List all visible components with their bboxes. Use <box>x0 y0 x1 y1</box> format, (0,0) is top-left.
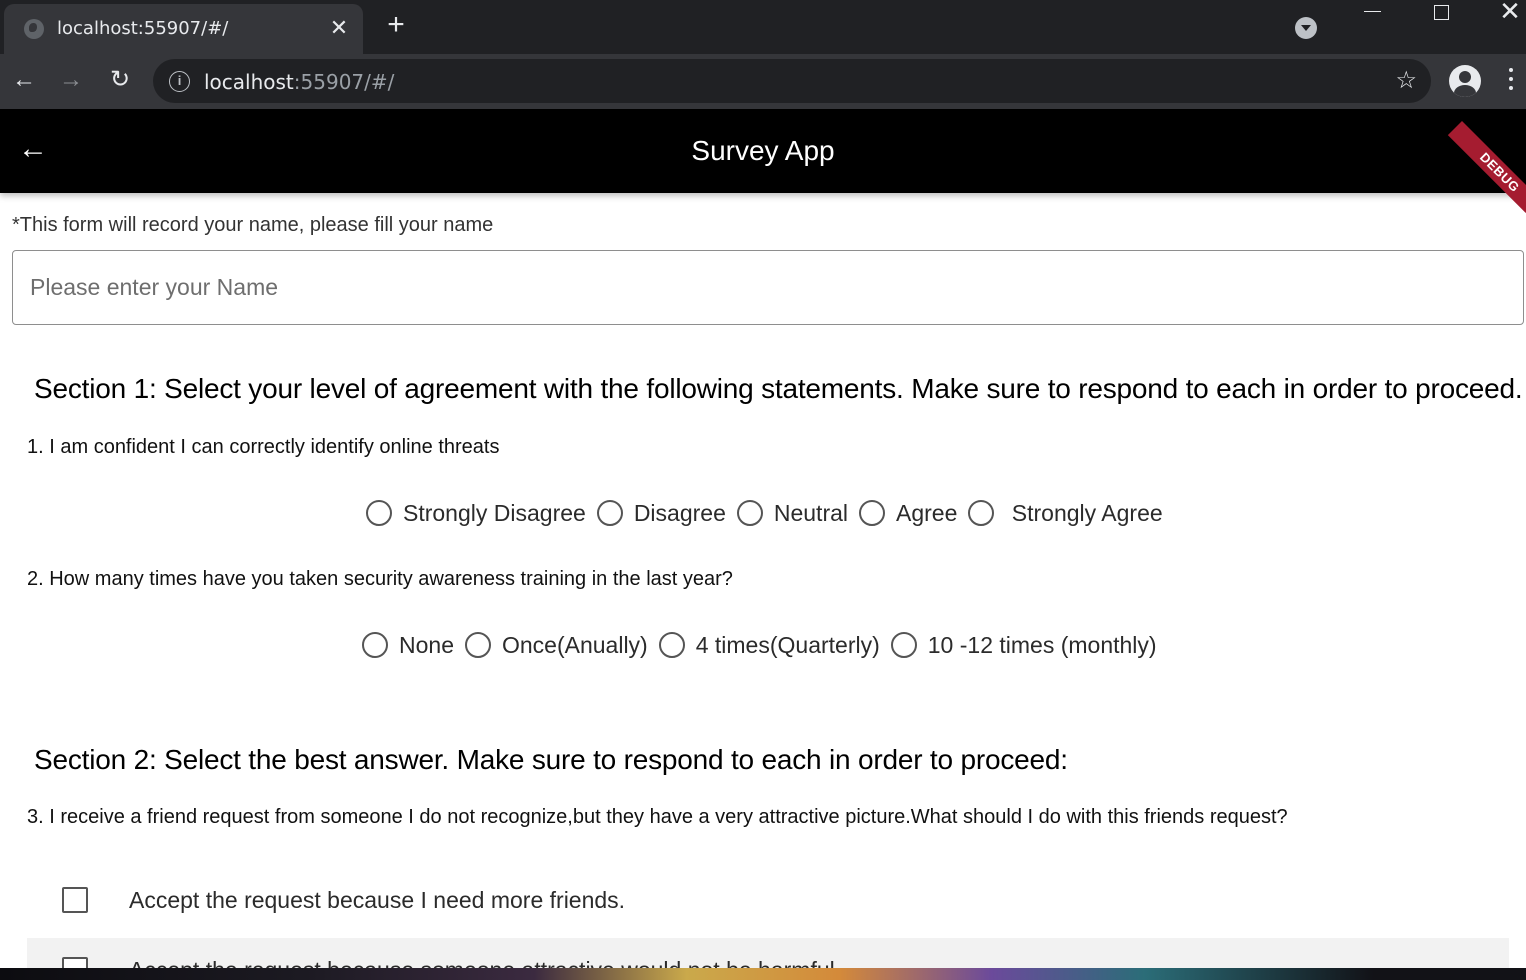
radio-neutral[interactable] <box>736 500 763 526</box>
app-bar: ← Survey App DEBUG <box>0 109 1526 213</box>
checkbox[interactable] <box>62 887 88 913</box>
option-label: Neutral <box>773 499 849 526</box>
browser-tab-strip: localhost:55907/#/ ✕ + ✕ <box>0 0 1526 54</box>
radio-none[interactable] <box>362 632 388 658</box>
reload-icon[interactable]: ↻ <box>104 64 136 96</box>
radio-monthly[interactable] <box>890 632 917 658</box>
question-1-text: 1. I am confident I can correctly identi… <box>27 436 500 458</box>
question-2-options: None Once(Anually) 4 times(Quarterly) 10… <box>12 627 1524 663</box>
section-1-title: Section 1: Select your level of agreemen… <box>34 373 1523 404</box>
option-label: 10 -12 times (monthly) <box>927 631 1157 658</box>
tab-search-icon[interactable] <box>1295 17 1317 39</box>
question-2-text: 2. How many times have you taken securit… <box>27 568 733 590</box>
page-title: Survey App <box>691 135 835 166</box>
name-input[interactable] <box>12 250 1524 325</box>
new-tab-icon[interactable]: + <box>383 10 409 40</box>
tab-title: localhost:55907/#/ <box>57 18 229 39</box>
radio-strongly-agree[interactable] <box>968 500 995 526</box>
option-label: Strongly Disagree <box>403 499 586 526</box>
window-maximize-icon[interactable] <box>1434 5 1449 20</box>
option-label: Strongly Agree <box>1005 499 1163 526</box>
radio-strongly-disagree[interactable] <box>366 500 392 526</box>
option-label: Agree <box>896 499 958 526</box>
url-text[interactable]: localhost:55907/#/ <box>204 70 394 94</box>
section-2-title: Section 2: Select the best answer. Make … <box>34 744 1068 775</box>
option-label: None <box>399 631 454 658</box>
option-label: Once(Anually) <box>501 631 648 658</box>
radio-quarterly[interactable] <box>658 632 685 658</box>
globe-icon <box>24 19 44 39</box>
option-label: Disagree <box>633 499 726 526</box>
question-3-text: 3. I receive a friend request from someo… <box>27 806 1288 828</box>
app-viewport: ← Survey App DEBUG *This form will recor… <box>0 109 1526 980</box>
radio-disagree[interactable] <box>596 500 623 526</box>
question-1-options: Strongly Disagree Disagree Neutral Agree… <box>12 495 1524 531</box>
profile-avatar-icon[interactable] <box>1449 65 1481 97</box>
bookmark-star-icon[interactable]: ☆ <box>1395 67 1417 95</box>
radio-agree[interactable] <box>859 500 886 526</box>
option-label: 4 times(Quarterly) <box>695 631 880 658</box>
back-arrow-icon[interactable]: ← <box>8 64 40 96</box>
name-notice: *This form will record your name, please… <box>12 214 494 236</box>
browser-toolbar: ← → ↻ i localhost:55907/#/ ☆ <box>0 54 1526 109</box>
window-minimize-icon[interactable] <box>1364 4 1382 18</box>
question-3-option-1[interactable]: Accept the request because I need more f… <box>27 868 1509 938</box>
radio-once-annually[interactable] <box>464 632 491 658</box>
option-label: Accept the request because I need more f… <box>129 887 626 913</box>
tab-close-icon[interactable]: ✕ <box>328 17 350 39</box>
window-close-icon[interactable]: ✕ <box>1499 0 1521 25</box>
more-menu-icon[interactable] <box>1503 68 1519 94</box>
desktop-wallpaper-strip <box>0 968 1526 980</box>
browser-tab[interactable]: localhost:55907/#/ ✕ <box>4 4 363 54</box>
address-bar[interactable]: i localhost:55907/#/ ☆ <box>153 59 1431 103</box>
forward-arrow-icon[interactable]: → <box>55 64 87 96</box>
info-icon[interactable]: i <box>169 71 190 92</box>
